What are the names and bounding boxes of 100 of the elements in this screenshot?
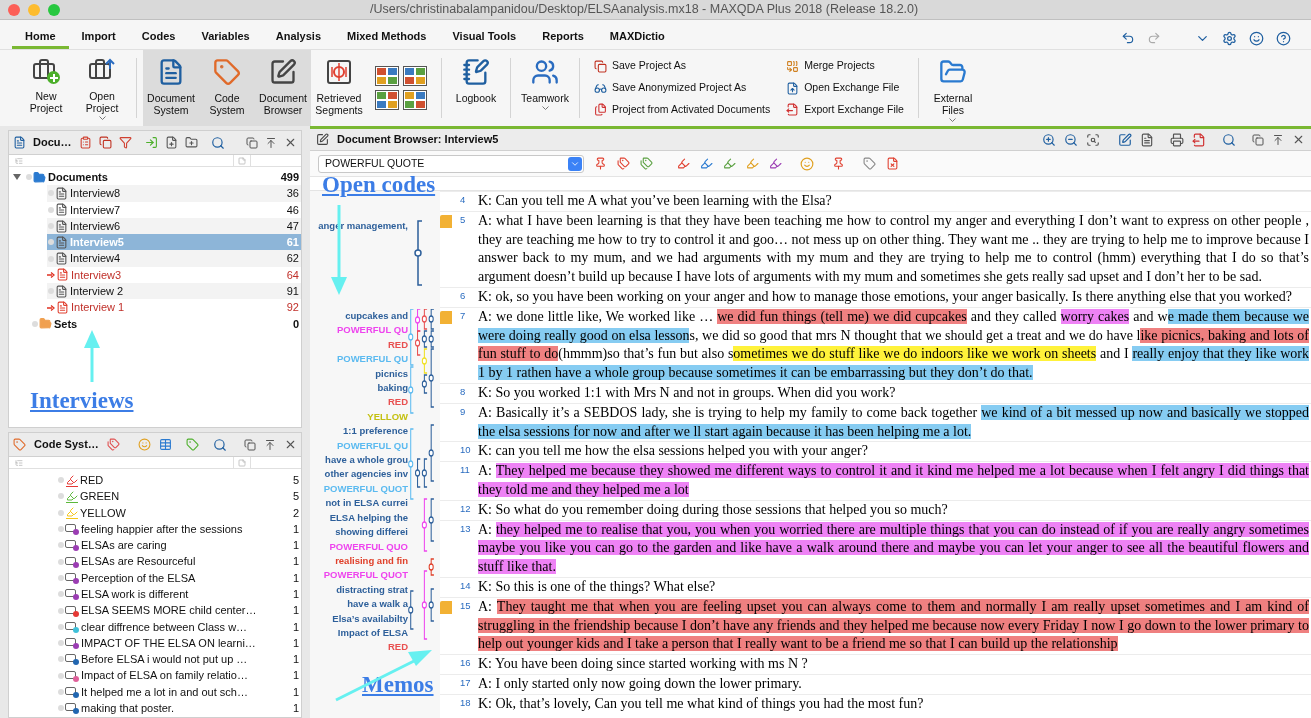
code-row[interactable]: feeling happier after the sessions 1	[57, 520, 301, 538]
code-label[interactable]: distracting strat	[336, 582, 408, 598]
search-icon[interactable]	[1222, 132, 1236, 147]
code-label[interactable]: picnics	[375, 366, 408, 382]
ribbon-tab[interactable]: Reports	[529, 27, 597, 49]
code-label[interactable]: not in ELSA currei	[325, 496, 408, 511]
help-icon[interactable]	[1276, 30, 1291, 46]
caret-icon[interactable]	[13, 173, 21, 182]
code-row[interactable]: making that poster. 1	[57, 700, 301, 717]
search-icon[interactable]	[210, 135, 225, 150]
ribbon-button[interactable]: Retrieved Segments	[311, 50, 367, 126]
file-export-icon[interactable]	[1192, 132, 1206, 147]
tag-icon[interactable]	[863, 157, 876, 170]
document-row[interactable]: Interview3 64	[47, 266, 301, 284]
code-row[interactable]: RED 5	[57, 472, 301, 489]
ribbon-tab[interactable]: Mixed Methods	[334, 27, 440, 49]
settings-icon[interactable]	[1222, 30, 1237, 46]
layout-grid-icon[interactable]	[403, 90, 427, 110]
maximize-icon[interactable]	[265, 136, 277, 149]
code-row[interactable]: IMPACT OF THE ELSA ON learni… 1	[57, 634, 301, 652]
tree-item-label[interactable]: Documents	[48, 168, 108, 186]
document-row[interactable]: Interview4 62	[47, 250, 301, 267]
ribbon-button[interactable]: Open Project	[74, 50, 130, 126]
tags-icon[interactable]	[640, 157, 653, 170]
code-dropdown[interactable]: POWERFUL QUOTE	[318, 154, 584, 173]
ribbon-button[interactable]: External Files	[924, 50, 981, 126]
clipboard-icon[interactable]	[78, 136, 92, 149]
tags-icon[interactable]	[106, 438, 120, 451]
document-icon[interactable]	[1140, 132, 1154, 147]
zoom-in-icon[interactable]	[1042, 132, 1056, 147]
code-row[interactable]: YELLOW 2	[57, 504, 301, 521]
layout-grid-icon[interactable]	[375, 66, 399, 86]
code-row[interactable]: Before ELSA i would not put up … 1	[57, 651, 301, 668]
ribbon-menu-item[interactable]: Save Project As	[594, 58, 771, 75]
undo-icon[interactable]	[1121, 31, 1135, 45]
code-label[interactable]: Elsa’s availabilty	[332, 611, 408, 626]
close-icon[interactable]	[1292, 133, 1305, 146]
ribbon-button[interactable]: Document System	[143, 50, 199, 126]
code-row[interactable]: ELSAs are caring 1	[57, 537, 301, 554]
document-row[interactable]: Interview8 36	[47, 185, 301, 202]
ribbon-tab[interactable]: Codes	[128, 27, 189, 49]
layout-grid-icon[interactable]	[403, 66, 427, 86]
layout-grid-icon[interactable]	[375, 90, 399, 110]
close-icon[interactable]	[284, 136, 297, 149]
code-row[interactable]: ELSA work is different 1	[57, 586, 301, 603]
code-label[interactable]: 1:1 preference	[343, 424, 408, 439]
code-row[interactable]: clear diffrence between Class w… 1	[57, 618, 301, 635]
document-row[interactable]: Interview 2 91	[47, 283, 301, 300]
ribbon-button[interactable]: Document Browser	[255, 50, 311, 126]
code-row[interactable]: Impact of ELSA on family relatio… 1	[57, 667, 301, 684]
ribbon-button[interactable]: New Project	[18, 50, 74, 126]
ribbon-menu-item[interactable]: Export Exchange File	[786, 101, 904, 118]
ribbon-tab[interactable]: MAXDictio	[596, 27, 678, 49]
ribbon-button[interactable]: Logbook	[448, 50, 504, 126]
zoom-fit-icon[interactable]	[1086, 132, 1100, 147]
undock-icon[interactable]	[244, 438, 256, 451]
ribbon-button[interactable]: Teamwork	[517, 50, 573, 126]
code-row[interactable]: GREEN 5	[57, 488, 301, 505]
ribbon-button[interactable]: Code System	[199, 50, 255, 126]
maximize-icon[interactable]	[264, 438, 276, 451]
highlighter-icon[interactable]	[769, 157, 782, 170]
print-icon[interactable]	[1170, 132, 1184, 147]
document-row[interactable]: Interview6 47	[47, 217, 301, 235]
ribbon-menu-item[interactable]: Project from Activated Documents	[594, 101, 771, 118]
highlighter-icon[interactable]	[677, 157, 690, 170]
smiley-icon[interactable]	[1249, 30, 1264, 46]
undock-icon[interactable]	[246, 136, 258, 149]
ribbon-menu-item[interactable]: Merge Projects	[786, 58, 904, 75]
import-icon[interactable]	[144, 136, 158, 149]
new-folder-icon[interactable]	[184, 136, 198, 149]
code-label[interactable]: other agencies inv	[324, 467, 408, 482]
code-label[interactable]: realising and fin	[335, 553, 408, 569]
tags-icon[interactable]	[617, 157, 630, 170]
code-label[interactable]: Impact of ELSA	[337, 625, 408, 641]
code-row[interactable]: It helped me a lot in and out sch… 1	[57, 683, 301, 701]
ribbon-tab[interactable]: Variables	[188, 27, 263, 49]
pin-icon[interactable]	[832, 157, 845, 170]
code-row[interactable]: ELSA SEEMS MORE child center… 1	[57, 602, 301, 619]
highlighter-icon[interactable]	[723, 157, 736, 170]
table-icon[interactable]	[158, 438, 172, 451]
tree-item-label[interactable]: Sets	[54, 315, 78, 333]
ribbon-menu-item[interactable]: Open Exchange File	[786, 80, 904, 96]
filter-icon[interactable]	[118, 136, 132, 149]
remove-code-icon[interactable]	[886, 157, 899, 170]
ribbon-tab[interactable]: Visual Tools	[439, 27, 530, 49]
new-document-icon[interactable]	[164, 136, 178, 149]
ribbon-tab[interactable]: Analysis	[262, 27, 334, 49]
code-label[interactable]: baking	[377, 381, 408, 396]
code-row[interactable]: ELSAs are Resourceful 1	[57, 553, 301, 570]
ribbon-tab[interactable]: Import	[68, 27, 129, 49]
maximize-icon[interactable]	[1272, 133, 1284, 146]
code-label[interactable]: have a walk a	[347, 597, 408, 612]
ribbon-menu-item[interactable]: Save Anonymized Project As	[594, 80, 771, 96]
document-row[interactable]: Interview7 46	[47, 201, 301, 218]
code-label[interactable]: have a whole grou	[325, 453, 408, 468]
document-row[interactable]: Interview 1 92	[47, 299, 301, 316]
code-label[interactable]: showing differei	[335, 525, 408, 540]
close-icon[interactable]	[284, 438, 297, 451]
code-row[interactable]: Perception of the ELSA 1	[57, 569, 301, 587]
zoom-out-icon[interactable]	[1064, 132, 1078, 147]
